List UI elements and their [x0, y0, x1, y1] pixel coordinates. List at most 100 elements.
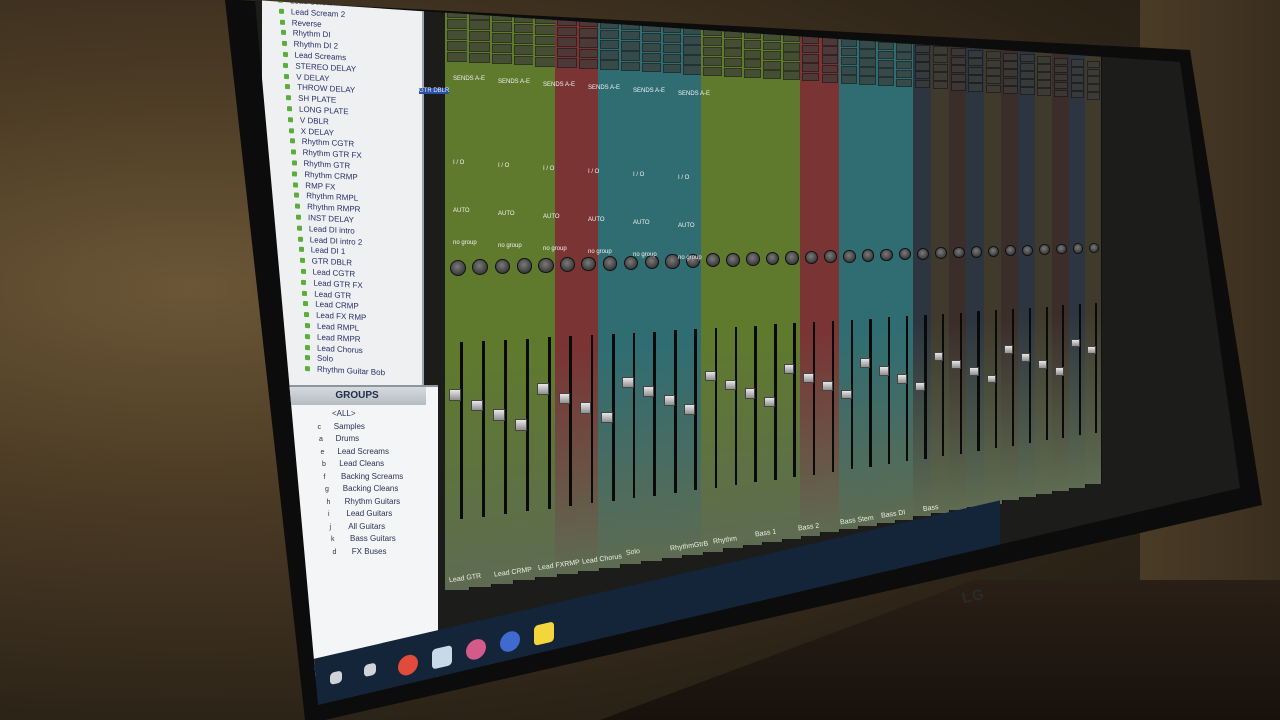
track-list-item[interactable]: Lead DI intro [309, 224, 355, 235]
insert-slot[interactable] [877, 59, 895, 69]
insert-slot[interactable] [557, 47, 577, 58]
insert-slot[interactable] [896, 52, 913, 61]
pan-knob[interactable] [765, 251, 780, 266]
insert-slot[interactable] [641, 32, 661, 42]
mixer-channel-strip[interactable] [1035, 48, 1054, 494]
insert-slot[interactable] [914, 44, 931, 54]
track-visibility-icon[interactable] [293, 181, 299, 188]
insert-slot[interactable] [914, 62, 931, 71]
volume-fader[interactable] [515, 419, 527, 431]
track-visibility-icon[interactable] [305, 333, 310, 340]
volume-fader[interactable] [1020, 352, 1031, 362]
insert-slot[interactable] [662, 64, 682, 74]
track-list-item[interactable]: Lead Chorus [317, 343, 363, 354]
track-visibility-icon[interactable] [305, 344, 310, 350]
pan-knob[interactable] [581, 256, 597, 272]
volume-fader[interactable] [622, 376, 634, 388]
insert-slot[interactable] [821, 46, 839, 55]
insert-slot[interactable] [859, 58, 876, 67]
insert-slot[interactable] [703, 66, 722, 76]
track-visibility-icon[interactable] [292, 171, 298, 177]
pan-knob[interactable] [1072, 243, 1083, 254]
mixer-channel-strip[interactable] [838, 30, 860, 530]
group-item[interactable]: Samples [334, 422, 365, 431]
mixer-channel-strip[interactable] [761, 24, 783, 542]
pan-knob[interactable] [823, 250, 837, 264]
track-list-item[interactable]: Lead CRMP [315, 300, 359, 311]
insert-slot[interactable] [914, 53, 931, 62]
insert-slot[interactable] [557, 26, 577, 37]
pan-knob[interactable] [559, 257, 576, 273]
pan-knob[interactable] [898, 248, 911, 261]
track-list-item[interactable]: LONG PLATE [299, 105, 349, 117]
pan-knob[interactable] [726, 252, 740, 267]
windows-icon[interactable] [330, 670, 342, 686]
track-list-item[interactable]: Lead CGTR [313, 267, 356, 278]
insert-slot[interactable] [1070, 67, 1085, 75]
insert-slot[interactable] [535, 46, 556, 56]
track-visibility-icon[interactable] [303, 301, 309, 307]
insert-slot[interactable] [743, 40, 762, 50]
pan-knob[interactable] [746, 252, 760, 266]
insert-slot[interactable] [821, 64, 839, 74]
insert-slot[interactable] [1054, 81, 1068, 90]
mixer-channel-strip[interactable] [1068, 51, 1087, 488]
insert-slot[interactable] [1003, 61, 1018, 70]
track-visibility-icon[interactable] [296, 214, 301, 220]
volume-fader[interactable] [951, 359, 961, 369]
pan-knob[interactable] [935, 247, 947, 260]
mixer-channel-strip[interactable] [983, 43, 1003, 504]
channel-name-label[interactable]: Bass [922, 504, 938, 513]
track-list-item[interactable]: Rhythm CRMP [304, 170, 357, 182]
insert-slot[interactable] [1087, 68, 1101, 77]
insert-slot[interactable] [578, 48, 599, 59]
insert-slot[interactable] [968, 49, 984, 58]
insert-slot[interactable] [782, 71, 801, 81]
volume-fader[interactable] [744, 388, 756, 399]
track-visibility-icon[interactable] [281, 40, 287, 47]
pan-knob[interactable] [602, 256, 618, 271]
group-item[interactable]: All Guitars [348, 522, 385, 531]
pan-knob[interactable] [785, 251, 799, 265]
track-list-item[interactable]: Rhythm DI [293, 29, 331, 40]
insert-slot[interactable] [950, 82, 966, 91]
track-visibility-icon[interactable] [285, 84, 291, 90]
track-list-item[interactable]: Rhythm DI 2 [294, 40, 338, 51]
volume-fader[interactable] [601, 411, 613, 423]
insert-slot[interactable] [1087, 76, 1101, 85]
insert-slot[interactable] [950, 48, 966, 57]
track-list-item[interactable]: Rhythm CGTR [302, 137, 354, 149]
insert-slot[interactable] [932, 72, 949, 81]
mixer-channel-strip[interactable] [857, 32, 878, 526]
mixer-channel-strip[interactable] [721, 20, 744, 549]
track-visibility-icon[interactable] [298, 247, 304, 253]
insert-slot[interactable] [1037, 80, 1052, 89]
insert-slot[interactable] [1020, 54, 1035, 63]
insert-slot[interactable] [535, 25, 556, 35]
insert-slot[interactable] [950, 65, 966, 74]
insert-slot[interactable] [1037, 56, 1052, 64]
insert-slot[interactable] [782, 61, 801, 71]
track-list-item[interactable]: Rhythm RMPR [307, 202, 360, 214]
insert-slot[interactable] [859, 76, 876, 85]
track-visibility-icon[interactable] [299, 257, 305, 264]
mixer-channel-strip[interactable] [1052, 49, 1070, 491]
mixer-channel-strip[interactable] [741, 22, 764, 546]
insert-slot[interactable] [914, 71, 931, 80]
volume-fader[interactable] [558, 392, 571, 405]
mixer-channel-strip[interactable] [681, 17, 704, 555]
insert-slot[interactable] [914, 79, 931, 89]
track-list-item[interactable]: Lead DI 1 [311, 246, 346, 257]
insert-slot[interactable] [535, 35, 556, 46]
insert-slot[interactable] [491, 43, 513, 54]
track-list-item[interactable]: V DELAY [296, 72, 329, 83]
insert-slot[interactable] [1020, 87, 1035, 96]
track-visibility-icon[interactable] [305, 366, 310, 372]
track-visibility-icon[interactable] [290, 149, 296, 155]
volume-fader[interactable] [643, 386, 655, 398]
track-list-item[interactable]: X DELAY [301, 126, 334, 137]
insert-slot[interactable] [743, 59, 762, 69]
mixer-channel-strip[interactable] [966, 41, 986, 507]
search-icon[interactable] [364, 662, 376, 678]
insert-slot[interactable] [950, 56, 966, 65]
